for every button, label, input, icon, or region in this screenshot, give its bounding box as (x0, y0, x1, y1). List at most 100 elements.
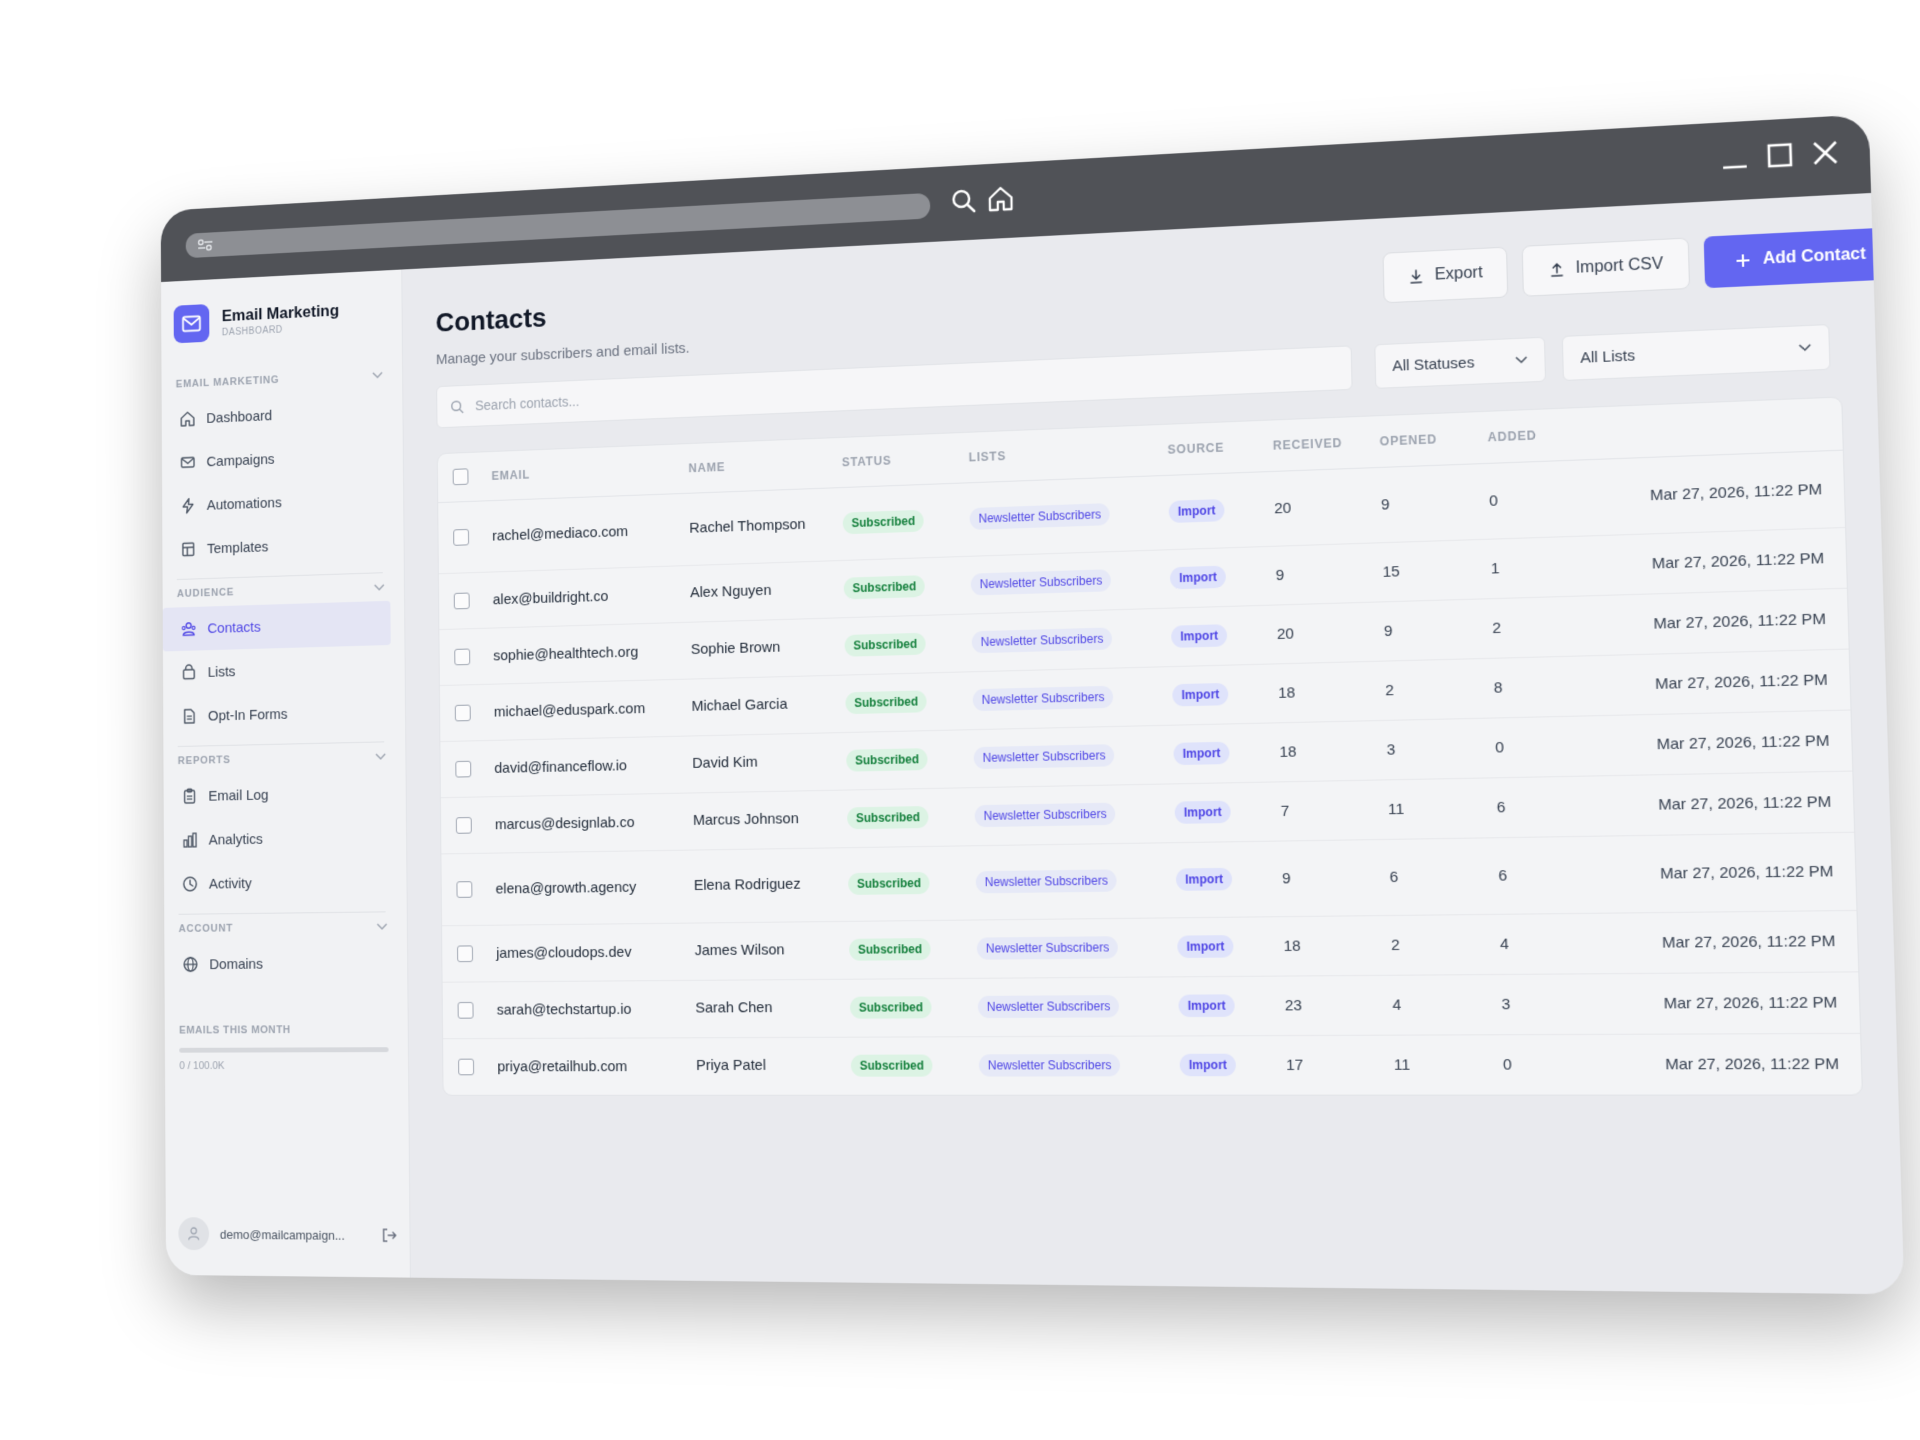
contact-email[interactable]: elena@growth.agency (486, 850, 685, 925)
table-row[interactable]: sarah@techstartup.io Sarah Chen Subscribed… (443, 971, 1861, 1038)
status-cell: Subscribed (840, 978, 969, 1037)
added-count: 2 (1481, 595, 1588, 658)
section-title: REPORTS (178, 754, 231, 767)
user-icon (186, 1226, 201, 1242)
search-input[interactable] (475, 364, 1250, 413)
contact-email[interactable]: marcus@designlab.co (485, 793, 683, 853)
added-date: Mar 27, 2026, 11:22 PM (1585, 527, 1847, 595)
search-icon[interactable] (947, 184, 979, 217)
contact-email[interactable]: alex@buildright.co (483, 565, 681, 627)
section-header-account[interactable]: ACCOUNT (164, 913, 408, 943)
bar-chart-icon (182, 831, 198, 848)
avatar[interactable] (178, 1217, 209, 1250)
minimize-icon[interactable] (1718, 141, 1751, 174)
column-header-source[interactable]: SOURCE (1157, 421, 1263, 475)
source-cell: Import (1159, 546, 1266, 608)
source-cell: Import (1165, 841, 1272, 918)
row-checkbox[interactable] (457, 945, 473, 962)
column-header-added[interactable]: ADDED (1477, 408, 1583, 463)
sidebar-item-label: Analytics (209, 831, 263, 848)
contact-email[interactable]: david@financeflow.io (485, 736, 683, 797)
sidebar-item-email-log[interactable]: Email Log (164, 770, 407, 819)
status-badge: Subscribed (843, 510, 924, 535)
status-cell: Subscribed (834, 556, 962, 617)
row-checkbox[interactable] (455, 761, 471, 778)
contact-name: Sarah Chen (685, 979, 840, 1038)
added-date: Mar 27, 2026, 11:22 PM (1596, 971, 1860, 1034)
sidebar-item-analytics[interactable]: Analytics (164, 814, 407, 862)
source-badge: Import (1171, 624, 1228, 648)
sidebar-item-activity[interactable]: Activity (164, 859, 408, 907)
row-checkbox-cell (443, 1038, 488, 1095)
lists-cell: Newsletter Subscribers (961, 608, 1161, 672)
contact-email[interactable]: james@cloudops.dev (487, 923, 686, 982)
row-checkbox[interactable] (455, 704, 471, 721)
row-checkbox-cell (441, 796, 486, 853)
added-date: Mar 27, 2026, 11:22 PM (1595, 910, 1859, 973)
home-icon[interactable] (985, 182, 1017, 215)
source-badge: Import (1173, 742, 1230, 765)
site-settings-icon[interactable] (196, 236, 214, 254)
maximize-icon[interactable] (1763, 139, 1796, 172)
list-filter-select[interactable]: All Lists (1562, 324, 1831, 381)
column-header-name[interactable]: NAME (679, 438, 833, 493)
list-icon (181, 664, 197, 682)
import-csv-button[interactable]: Import CSV (1522, 237, 1690, 296)
sidebar: Email Marketing DASHBOARD EMAIL MARKETIN… (161, 269, 411, 1277)
contact-email[interactable]: priya@retailhub.com (488, 1037, 687, 1095)
sidebar-item-domains[interactable]: Domains (164, 940, 408, 986)
source-badge: Import (1180, 1054, 1237, 1077)
row-checkbox[interactable] (456, 817, 472, 834)
added-count: 0 (1478, 459, 1585, 539)
received-count: 18 (1273, 915, 1382, 976)
import-label: Import CSV (1575, 255, 1663, 278)
sidebar-item-label: Campaigns (206, 451, 274, 470)
row-checkbox[interactable] (453, 529, 469, 546)
export-button[interactable]: Export (1382, 247, 1508, 304)
contact-name: Priya Patel (686, 1037, 841, 1095)
row-checkbox[interactable] (458, 1059, 474, 1076)
source-badge: Import (1175, 801, 1232, 824)
column-header-email[interactable]: EMAIL (482, 444, 679, 500)
brand[interactable]: Email Marketing DASHBOARD (174, 297, 340, 343)
added-date: Mar 27, 2026, 11:22 PM (1591, 771, 1854, 836)
nav-section-email-marketing: EMAIL MARKETING Dashboard Campaigns Auto… (162, 361, 405, 588)
source-cell: Import (1167, 916, 1274, 976)
status-cell: Subscribed (839, 920, 968, 979)
stage: Email Marketing DASHBOARD EMAIL MARKETIN… (0, 0, 1920, 1440)
nav-section-account: ACCOUNT Domains (164, 913, 408, 987)
sidebar-item-contacts[interactable]: Contacts (163, 601, 391, 652)
contact-email[interactable]: sophie@healthtech.org (484, 622, 682, 684)
sidebar-item-templates[interactable]: Templates (162, 520, 404, 572)
row-checkbox[interactable] (456, 881, 472, 898)
sidebar-item-opt-in-forms[interactable]: Opt-In Forms (163, 689, 406, 739)
status-badge: Subscribed (845, 690, 927, 714)
added-count: 4 (1489, 913, 1596, 974)
status-filter-select[interactable]: All Statuses (1374, 337, 1546, 389)
section-title: ACCOUNT (179, 923, 234, 935)
column-header-status[interactable]: STATUS (832, 433, 959, 487)
sidebar-item-label: Activity (209, 875, 252, 892)
row-checkbox[interactable] (454, 592, 470, 609)
contact-name: Michael Garcia (682, 675, 837, 736)
contact-name: Sophie Brown (681, 617, 835, 678)
user-account[interactable]: demo@mailcampaign... (178, 1217, 397, 1252)
select-all-checkbox[interactable] (453, 469, 469, 486)
logout-icon[interactable] (381, 1226, 398, 1244)
column-header-opened[interactable]: OPENED (1369, 412, 1478, 467)
contact-email[interactable]: sarah@techstartup.io (487, 980, 686, 1038)
column-header-received[interactable]: RECEIVED (1262, 417, 1370, 472)
source-cell: Import (1164, 782, 1271, 843)
users-icon (181, 620, 197, 638)
row-checkbox[interactable] (458, 1002, 474, 1019)
row-checkbox[interactable] (454, 648, 470, 665)
column-header-lists[interactable]: LISTS (958, 425, 1158, 483)
sidebar-item-lists[interactable]: Lists (163, 645, 406, 696)
contact-email[interactable]: michael@eduspark.com (484, 679, 682, 740)
list-badge: Newsletter Subscribers (972, 627, 1113, 653)
add-contact-button[interactable]: Add Contact (1704, 227, 1898, 288)
table-row[interactable]: priya@retailhub.com Priya Patel Subscribed… (443, 1033, 1862, 1095)
contact-name: Rachel Thompson (679, 487, 833, 565)
contact-email[interactable]: rachel@mediaco.com (483, 493, 681, 572)
close-icon[interactable] (1809, 136, 1842, 169)
